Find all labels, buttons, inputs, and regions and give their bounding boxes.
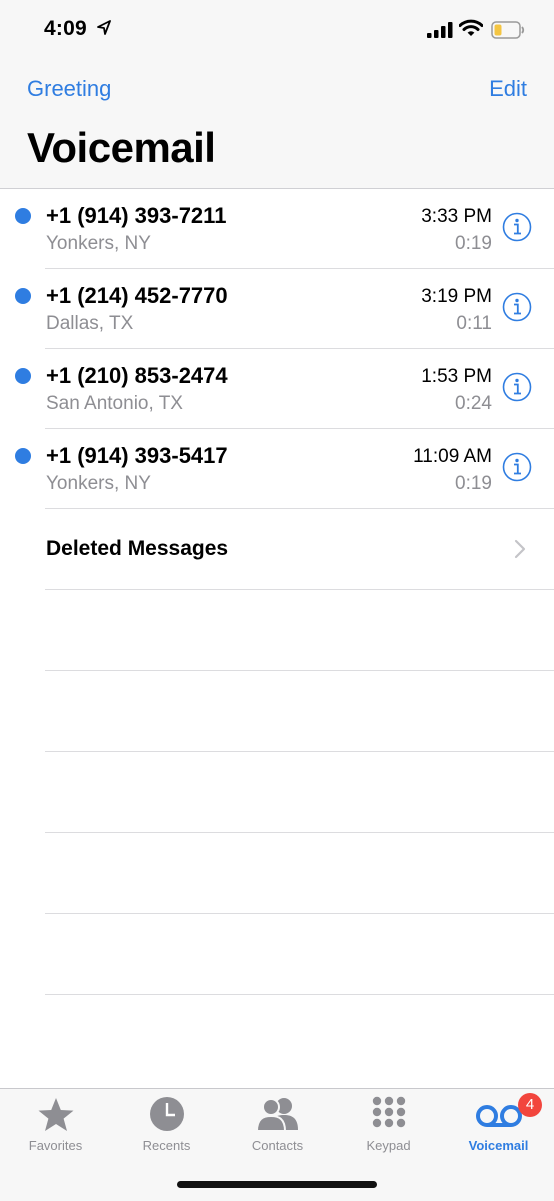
wifi-icon (459, 19, 483, 36)
empty-row (0, 833, 554, 914)
unread-dot-icon (15, 208, 31, 224)
caller-location: San Antonio, TX (46, 393, 183, 414)
greeting-button[interactable]: Greeting (27, 76, 111, 102)
info-icon[interactable] (502, 212, 532, 242)
caller-number: +1 (914) 393-7211 (46, 203, 227, 228)
navigation-header: Greeting Edit Voicemail (0, 60, 554, 189)
caller-location: Dallas, TX (46, 313, 134, 334)
status-time: 4:09 (44, 17, 87, 40)
tab-favorites[interactable]: Favorites (0, 1089, 111, 1169)
caller-number: +1 (214) 452-7770 (46, 283, 228, 308)
voicemail-time: 11:09 AM (413, 446, 492, 467)
battery-icon (491, 21, 525, 39)
tab-label: Recents (142, 1138, 191, 1153)
unread-dot-icon (15, 288, 31, 304)
voicemail-time: 1:53 PM (421, 366, 492, 387)
edit-button[interactable]: Edit (489, 76, 527, 102)
tab-label: Voicemail (468, 1138, 529, 1153)
caller-location: Yonkers, NY (46, 233, 151, 254)
empty-row (0, 995, 554, 1055)
star-icon (38, 1098, 73, 1131)
empty-row (0, 752, 554, 833)
empty-row (0, 671, 554, 752)
caller-number: +1 (914) 393-5417 (46, 443, 228, 468)
deleted-messages-row[interactable]: Deleted Messages (0, 509, 554, 590)
clock-icon (149, 1097, 184, 1131)
info-icon[interactable] (502, 372, 532, 402)
caller-number: +1 (210) 853-2474 (46, 363, 228, 388)
empty-row (0, 590, 554, 671)
unread-dot-icon (15, 448, 31, 464)
caller-location: Yonkers, NY (46, 473, 151, 494)
voicemail-row[interactable]: +1 (214) 452-7770 Dallas, TX 3:19 PM 0:1… (0, 269, 554, 349)
tab-keypad[interactable]: Keypad (333, 1089, 444, 1169)
voicemail-row[interactable]: +1 (914) 393-5417 Yonkers, NY 11:09 AM 0… (0, 429, 554, 509)
page-title: Voicemail (27, 124, 216, 171)
deleted-messages-label: Deleted Messages (46, 537, 229, 560)
voicemail-badge: 4 (518, 1093, 542, 1117)
voicemail-duration: 0:19 (455, 473, 492, 494)
voicemail-duration: 0:24 (455, 393, 492, 414)
home-indicator[interactable] (177, 1181, 377, 1188)
voicemail-row[interactable]: +1 (914) 393-7211 Yonkers, NY 3:33 PM 0:… (0, 189, 554, 269)
voicemail-list: +1 (914) 393-7211 Yonkers, NY 3:33 PM 0:… (0, 189, 554, 1055)
voicemail-row[interactable]: +1 (210) 853-2474 San Antonio, TX 1:53 P… (0, 349, 554, 429)
status-bar: 4:09 (0, 0, 554, 60)
chevron-right-icon (514, 539, 526, 559)
empty-row (0, 914, 554, 995)
unread-dot-icon (15, 368, 31, 384)
tab-label: Keypad (366, 1138, 411, 1153)
voicemail-duration: 0:11 (456, 313, 492, 334)
voicemail-time: 3:33 PM (421, 206, 492, 227)
location-arrow-icon (97, 20, 111, 35)
tab-recents[interactable]: Recents (111, 1089, 222, 1169)
contacts-icon (255, 1098, 298, 1132)
voicemail-time: 3:19 PM (421, 286, 492, 307)
tab-label: Contacts (251, 1138, 304, 1153)
info-icon[interactable] (502, 452, 532, 482)
info-icon[interactable] (502, 292, 532, 322)
voicemail-icon (475, 1105, 522, 1127)
keypad-icon (372, 1096, 405, 1128)
tab-contacts[interactable]: Contacts (222, 1089, 333, 1169)
voicemail-duration: 0:19 (455, 233, 492, 254)
cellular-signal-icon (427, 22, 453, 38)
tab-label: Favorites (28, 1138, 83, 1153)
